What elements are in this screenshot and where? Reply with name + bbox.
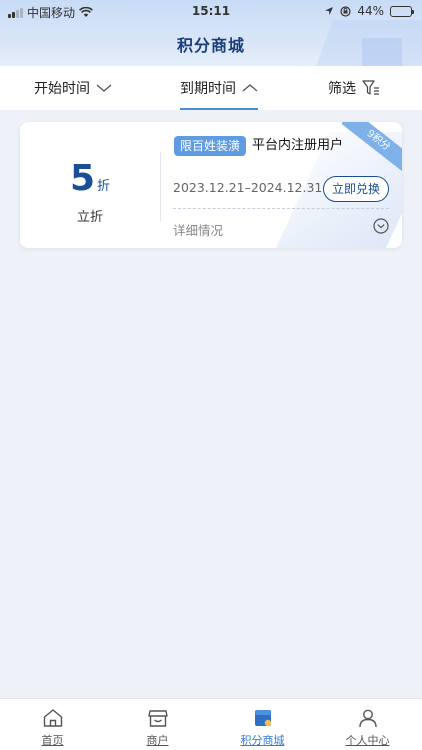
points-badge: 9积分 [342, 122, 402, 179]
filter-screen-label: 筛选 [328, 81, 356, 97]
coupon-discount: 5折 [20, 158, 160, 199]
tab-merchants-label: 商户 [146, 734, 169, 747]
home-icon [43, 709, 63, 727]
coupon-dashed-divider [173, 208, 389, 209]
tab-home[interactable]: 首页 [0, 699, 105, 750]
status-right: 44% [324, 4, 414, 18]
tab-profile[interactable]: 个人中心 [315, 699, 420, 750]
tab-merchants[interactable]: 商户 [105, 699, 210, 750]
filter-start-time-label: 开始时间 [34, 81, 90, 97]
coupon-date-range: 2023.12.21–2024.12.31 [173, 180, 323, 195]
expand-chevron-icon[interactable] [373, 218, 389, 234]
page-title: 积分商城 [176, 36, 245, 55]
filter-bar: 开始时间 到期时间 筛选 [0, 66, 422, 110]
location-icon [325, 7, 334, 15]
bottom-tab-bar: 首页 商户 积分商城 个人中心 [0, 698, 422, 750]
chevron-down-icon [96, 84, 112, 92]
filter-screen[interactable]: 筛选 [328, 66, 380, 110]
discount-unit: 折 [97, 179, 111, 194]
battery-percent: 44% [357, 4, 384, 18]
points-corner: 9积分 [342, 122, 402, 182]
user-icon [359, 709, 377, 728]
coupon-card[interactable]: 5折 立折 限百姓装潢 平台内注册用户 9积分 2023.12.21–2024.… [20, 122, 402, 248]
tab-points-mall-label: 积分商城 [240, 734, 285, 747]
coupon-condition: 平台内注册用户 [252, 138, 344, 153]
chevron-up-icon [242, 84, 258, 92]
filter-expiry-time[interactable]: 到期时间 [180, 66, 258, 110]
discount-type: 立折 [76, 210, 103, 225]
discount-value: 5 [69, 158, 96, 199]
tab-home-label: 首页 [41, 734, 64, 747]
tab-profile-label: 个人中心 [345, 734, 390, 747]
coupon-tag: 限百姓装潢 [174, 136, 247, 156]
filter-expiry-time-label: 到期时间 [180, 81, 236, 97]
store-icon [148, 710, 168, 727]
details-link[interactable]: 详细情况 [173, 220, 223, 239]
filter-start-time[interactable]: 开始时间 [34, 66, 112, 110]
coupon-divider [160, 152, 161, 222]
orientation-lock-icon [340, 5, 351, 17]
tab-points-mall[interactable]: 积分商城 [210, 699, 315, 750]
points-mall-icon [255, 710, 272, 727]
battery-icon [390, 5, 414, 17]
redeem-button[interactable]: 立即兑换 [323, 176, 389, 202]
coupon-discount-area: 5折 立折 [20, 122, 160, 248]
status-bar: 中国移动 15:11 44% [0, 0, 422, 22]
filter-icon [362, 80, 379, 95]
